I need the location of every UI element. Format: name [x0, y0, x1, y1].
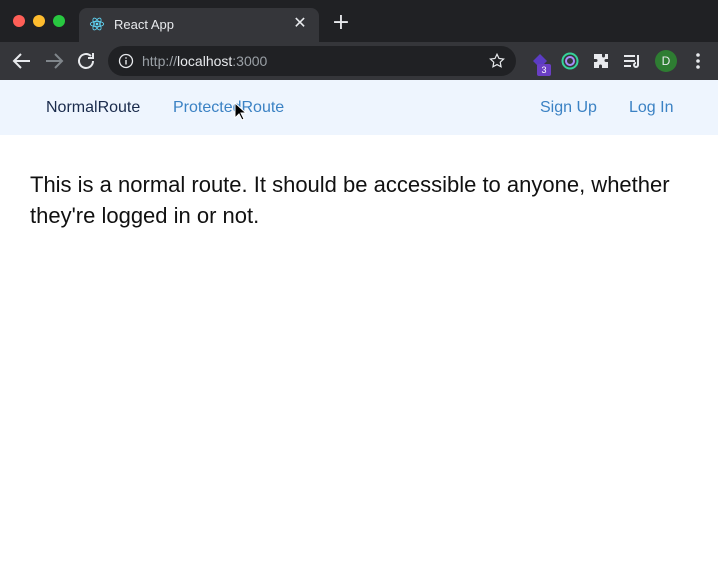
extension-badge: 3 [537, 64, 551, 76]
nav-link-log-in[interactable]: Log In [629, 99, 673, 117]
browser-tab[interactable]: React App ✕ [79, 8, 319, 42]
url-host: localhost [177, 53, 233, 69]
nav-link-sign-up[interactable]: Sign Up [540, 99, 597, 117]
bookmark-star-icon[interactable] [488, 52, 506, 70]
tab-title: React App [114, 17, 174, 32]
forward-arrow-icon[interactable] [42, 49, 66, 73]
info-icon[interactable] [118, 53, 134, 69]
tab-strip: React App ✕ + [0, 0, 718, 42]
page-viewport: NormalRoute ProtectedRoute Sign Up Log I… [0, 80, 718, 582]
profile-avatar[interactable]: D [655, 50, 677, 72]
reload-icon[interactable] [74, 49, 98, 73]
back-arrow-icon[interactable] [10, 49, 34, 73]
react-icon [89, 17, 105, 31]
nav-link-normal-route[interactable]: NormalRoute [46, 99, 140, 117]
mouse-cursor-icon [234, 102, 248, 121]
page-message: This is a normal route. It should be acc… [30, 172, 670, 228]
window-minimize-button[interactable] [33, 15, 45, 27]
app-navbar: NormalRoute ProtectedRoute Sign Up Log I… [0, 80, 718, 135]
window-close-button[interactable] [13, 15, 25, 27]
more-menu-icon[interactable] [688, 51, 708, 71]
nav-link-protected-route[interactable]: ProtectedRoute [173, 99, 284, 117]
media-queue-icon[interactable] [622, 51, 642, 71]
browser-toolbar: http://localhost:3000 3 D [0, 42, 718, 80]
address-bar[interactable]: http://localhost:3000 [108, 46, 516, 76]
extensions-icon[interactable] [591, 51, 611, 71]
extension-target-icon[interactable] [560, 51, 580, 71]
url-port: :3000 [232, 53, 268, 69]
window-maximize-button[interactable] [53, 15, 65, 27]
plus-icon[interactable]: + [330, 12, 352, 35]
url-scheme: http:// [142, 53, 178, 69]
url-text: http://localhost:3000 [142, 53, 267, 69]
close-icon[interactable]: ✕ [291, 15, 309, 33]
